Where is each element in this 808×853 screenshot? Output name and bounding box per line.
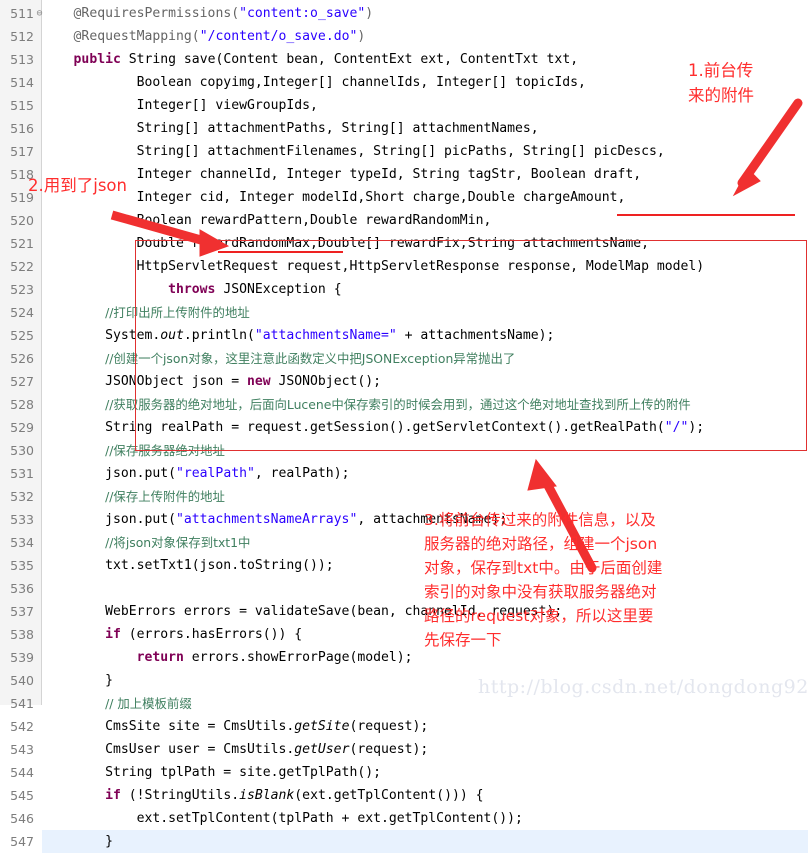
line-number: 528 <box>10 397 34 412</box>
line-number: 520 <box>10 213 34 228</box>
code-line[interactable]: @RequestMapping("/content/o_save.do") <box>42 25 808 48</box>
line-number: 532 <box>10 489 34 504</box>
line-number: 522 <box>10 259 34 274</box>
line-number-gutter[interactable]: 511 ⊖ 512 513 514 515 516 517 518 519 520 521 522 523… <box>0 0 43 849</box>
code-line[interactable]: CmsSite site = CmsUtils.getSite(request)… <box>42 715 808 738</box>
line-number: 537 <box>10 604 34 619</box>
code-line[interactable]: //获取服务器的绝对地址，后面向Lucene中保存索引的时候会用到，通过这个绝对… <box>42 393 808 416</box>
line-number: 547 <box>10 834 34 849</box>
code-line[interactable]: //保存服务器绝对地址 <box>42 439 808 462</box>
line-number: 521 <box>10 236 34 251</box>
line-number: 514 <box>10 75 34 90</box>
code-line[interactable]: @RequiresPermissions("content:o_save") <box>42 2 808 25</box>
line-number: 517 <box>10 144 34 159</box>
code-line[interactable]: //创建一个json对象，这里注意此函数定义中把JSONException异常抛… <box>42 347 808 370</box>
line-number: 546 <box>10 811 34 826</box>
code-line[interactable]: Boolean rewardPattern,Double rewardRando… <box>42 209 808 232</box>
code-line[interactable]: json.put("realPath", realPath); <box>42 462 808 485</box>
line-number: 531 <box>10 466 34 481</box>
code-line[interactable]: HttpServletRequest request,HttpServletRe… <box>42 255 808 278</box>
line-number: 511 <box>10 6 34 21</box>
line-number: 515 <box>10 98 34 113</box>
line-number: 524 <box>10 305 34 320</box>
code-line[interactable]: String[] attachmentFilenames, String[] p… <box>42 140 808 163</box>
line-number: 530 <box>10 443 34 458</box>
code-line[interactable]: json.put("attachmentsNameArrays", attach… <box>42 508 808 531</box>
line-number: 543 <box>10 742 34 757</box>
line-number: 540 <box>10 673 34 688</box>
code-line[interactable]: //保存上传附件的地址 <box>42 485 808 508</box>
code-line[interactable]: // 加上模板前缀 <box>42 692 808 715</box>
code-line[interactable]: WebErrors errors = validateSave(bean, ch… <box>42 600 808 623</box>
line-number: 542 <box>10 719 34 734</box>
code-line[interactable]: ext.setTplContent(tplPath + ext.getTplCo… <box>42 807 808 830</box>
code-line[interactable]: System.out.println("attachmentsName=" + … <box>42 324 808 347</box>
line-number: 529 <box>10 420 34 435</box>
code-line[interactable]: //将json对象保存到txt1中 <box>42 531 808 554</box>
line-number: 513 <box>10 52 34 67</box>
code-line[interactable]: throws JSONException { <box>42 278 808 301</box>
line-number: 536 <box>10 581 34 596</box>
line-number: 544 <box>10 765 34 780</box>
code-line[interactable]: if (errors.hasErrors()) { <box>42 623 808 646</box>
line-number: 535 <box>10 558 34 573</box>
line-number: 539 <box>10 650 34 665</box>
code-text-area[interactable]: @RequiresPermissions("content:o_save") @… <box>42 0 808 849</box>
code-line[interactable]: String realPath = request.getSession().g… <box>42 416 808 439</box>
line-number: 534 <box>10 535 34 550</box>
code-line[interactable]: String tplPath = site.getTplPath(); <box>42 761 808 784</box>
line-number: 518 <box>10 167 34 182</box>
code-line[interactable]: String[] attachmentPaths, String[] attac… <box>42 117 808 140</box>
code-line[interactable]: //打印出所上传附件的地址 <box>42 301 808 324</box>
code-line[interactable]: public String save(Content bean, Content… <box>42 48 808 71</box>
code-line[interactable]: Boolean copyimg,Integer[] channelIds, In… <box>42 71 808 94</box>
line-number: 512 <box>10 29 34 44</box>
line-number: 541 <box>10 696 34 711</box>
code-line[interactable] <box>42 577 808 600</box>
line-number: 527 <box>10 374 34 389</box>
code-line[interactable]: Double rewardRandomMax,Double[] rewardFi… <box>42 232 808 255</box>
line-number: 525 <box>10 328 34 343</box>
code-line[interactable]: Integer cid, Integer modelId,Short charg… <box>42 186 808 209</box>
code-line[interactable]: Integer channelId, Integer typeId, Strin… <box>42 163 808 186</box>
code-line[interactable]: JSONObject json = new JSONObject(); <box>42 370 808 393</box>
line-number: 526 <box>10 351 34 366</box>
line-number: 519 <box>10 190 34 205</box>
line-number: 538 <box>10 627 34 642</box>
code-line[interactable]: CmsUser user = CmsUtils.getUser(request)… <box>42 738 808 761</box>
code-line[interactable]: return errors.showErrorPage(model); <box>42 646 808 669</box>
line-number: 516 <box>10 121 34 136</box>
code-line[interactable]: } <box>42 830 808 853</box>
line-number: 545 <box>10 788 34 803</box>
code-line[interactable]: Integer[] viewGroupIds, <box>42 94 808 117</box>
code-line[interactable]: if (!StringUtils.isBlank(ext.getTplConte… <box>42 784 808 807</box>
code-editor[interactable]: 511 ⊖ 512 513 514 515 516 517 518 519 520 521 522 523… <box>0 0 808 853</box>
code-line[interactable]: } <box>42 669 808 692</box>
line-number: 533 <box>10 512 34 527</box>
code-line[interactable]: txt.setTxt1(json.toString()); <box>42 554 808 577</box>
line-number: 523 <box>10 282 34 297</box>
